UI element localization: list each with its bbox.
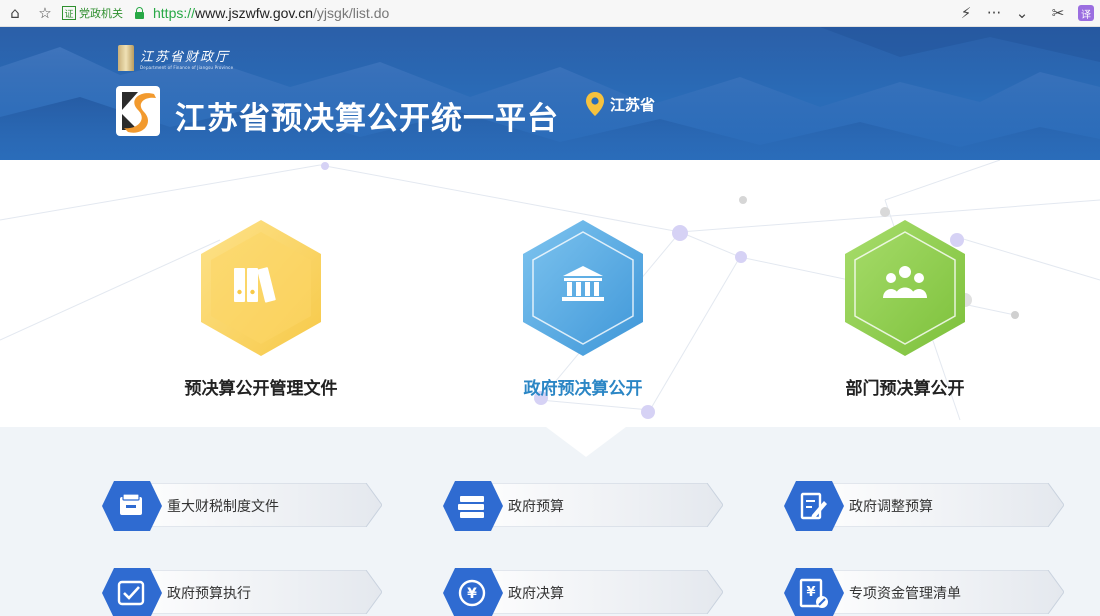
menu-budget-execution[interactable]: 政府预算执行 (100, 568, 385, 616)
region-label: 江苏省 (610, 95, 656, 114)
department-logo[interactable]: 江苏省财政厅 Department of Finance of Jiangsu … (118, 45, 233, 71)
menu-label: 重大财税制度文件 (167, 499, 279, 515)
hexagon-yellow (201, 220, 321, 356)
edit-document-icon (784, 481, 844, 531)
menu-label: 专项资金管理清单 (849, 586, 961, 602)
dept-name-en: Department of Finance of Jiangsu Provinc… (140, 65, 234, 70)
region-selector[interactable]: 江苏省 (585, 91, 655, 117)
category-label: 预决算公开管理文件 (184, 379, 338, 399)
menu-label: 政府调整预算 (849, 499, 933, 515)
browser-toolbar: ⌂ ☆ 证 党政机关 https://www.jszwfw.gov.cn/yjs… (0, 0, 1100, 27)
lightning-icon[interactable]: ⚡ (952, 2, 980, 24)
yen-cycle-icon: ¥ (443, 568, 503, 616)
menu-government-final-accounts[interactable]: ¥ 政府决算 (441, 568, 726, 616)
hexagon-blue (523, 220, 643, 356)
inbox-tray-icon (102, 481, 162, 531)
header-banner: 江苏省财政厅 Department of Finance of Jiangsu … (0, 27, 1100, 160)
active-indicator-notch (546, 427, 626, 457)
check-document-icon (102, 568, 162, 616)
translate-extension-icon[interactable]: 译 (1078, 5, 1094, 21)
yen-document-icon: ¥ (784, 568, 844, 616)
gov-badge[interactable]: 证 党政机关 (62, 5, 123, 21)
favorite-star-icon[interactable]: ☆ (34, 2, 56, 24)
menu-special-funds-list[interactable]: ¥ 专项资金管理清单 (782, 568, 1067, 616)
menu-adjusted-budget[interactable]: 政府调整预算 (782, 481, 1067, 531)
gov-badge-label: 党政机关 (79, 7, 123, 20)
category-label: 政府预决算公开 (523, 379, 643, 399)
home-icon[interactable]: ⌂ (4, 2, 26, 24)
menu-government-budget[interactable]: 政府预算 (441, 481, 726, 531)
location-pin-icon (586, 92, 604, 116)
menu-label: 政府预算执行 (167, 586, 251, 602)
url-text[interactable]: https://www.jszwfw.gov.cn/yjsgk/list.do (153, 5, 389, 21)
scissors-icon[interactable]: ✂ (1044, 2, 1072, 24)
certificate-icon: 证 (62, 6, 76, 20)
category-label: 部门预决算公开 (845, 379, 965, 399)
lock-icon[interactable] (133, 6, 147, 20)
hexagon-green (845, 220, 965, 356)
category-department-budget[interactable]: 部门预决算公开 (825, 218, 985, 399)
more-options-icon[interactable]: ··· (980, 2, 1008, 24)
building-icon (118, 45, 134, 71)
category-section: 预决算公开管理文件 政府预决算公开 部门预决算公开 (0, 160, 1100, 427)
svg-text:¥: ¥ (467, 586, 477, 602)
address-bar[interactable]: 证 党政机关 https://www.jszwfw.gov.cn/yjsgk/l… (62, 0, 389, 26)
platform-logo-icon[interactable] (114, 84, 162, 138)
platform-title: 江苏省预决算公开统一平台 (175, 101, 559, 137)
menu-major-fiscal-docs[interactable]: 重大财税制度文件 (100, 481, 385, 531)
chevron-down-icon[interactable]: ⌄ (1008, 2, 1036, 24)
category-government-budget[interactable]: 政府预决算公开 (503, 218, 663, 399)
menu-label: 政府决算 (508, 586, 564, 602)
menu-label: 政府预算 (508, 499, 564, 515)
svg-text:¥: ¥ (806, 585, 815, 600)
dept-name-cn: 江苏省财政厅 (140, 50, 231, 65)
menu-section: 重大财税制度文件 政府预算 政府调整预算 政府预算执行 ¥ 政府决算 ¥ 专项资… (0, 427, 1100, 616)
stacked-books-icon (443, 481, 503, 531)
category-budget-management-files[interactable]: 预决算公开管理文件 (181, 218, 341, 399)
